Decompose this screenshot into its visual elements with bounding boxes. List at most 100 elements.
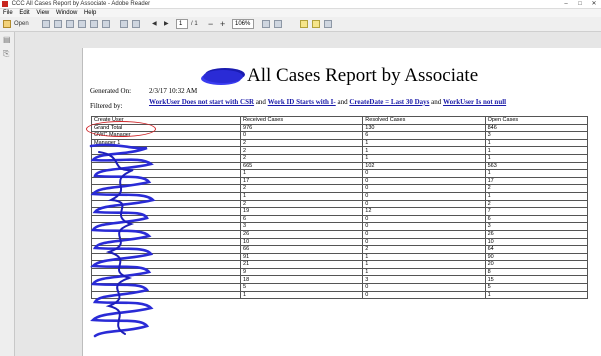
cell-received: 2 [240, 146, 364, 155]
cell-resolved: 0 [362, 169, 486, 178]
cell-open: 1 [484, 146, 589, 155]
column-header-open[interactable]: Open Cases [484, 116, 589, 125]
table-row: 66 2 64 [90, 245, 589, 254]
cell-resolved: 1 [362, 260, 486, 269]
table-row: 665 102 563 [90, 161, 589, 171]
cell-received: 0 [240, 131, 364, 140]
print-icon[interactable] [120, 20, 128, 28]
filter-link-workid[interactable]: Work ID Starts with I- [268, 98, 336, 106]
maximize-button[interactable]: □ [573, 0, 587, 8]
cell-received: 2 [240, 153, 364, 163]
cell-received: 19 [240, 207, 364, 216]
column-header-resolved[interactable]: Resolved Cases [362, 116, 486, 125]
comment-icon[interactable] [66, 20, 74, 28]
filter-link-createdate[interactable]: CreateDate = Last 30 Days [349, 98, 429, 106]
redaction-mark [203, 70, 243, 84]
cell-open: 64 [484, 245, 589, 254]
cell-open: 1 [484, 138, 589, 148]
cell-resolved: 0 [362, 176, 486, 186]
table-row: 21 1 20 [90, 260, 589, 269]
fit-page-icon[interactable] [262, 20, 270, 28]
table-row: 202 [90, 199, 589, 209]
email-icon[interactable] [132, 20, 140, 28]
report-title: All Cases Report by Associate [203, 65, 478, 87]
cell-resolved: 0 [362, 283, 486, 292]
filter-link-workuser[interactable]: WorkUser Does not start with CSR [149, 98, 254, 106]
minimize-button[interactable]: – [559, 0, 573, 8]
filter-and: and [254, 98, 268, 106]
zoom-select[interactable]: 106% [232, 19, 254, 29]
cases-report-table: Create User Received Cases Resolved Case… [90, 116, 589, 300]
cell-open: 7 [484, 207, 589, 216]
sticky-note-icon[interactable] [300, 20, 308, 28]
table-row: 26 0 26 [90, 229, 589, 239]
table-row: 211 [90, 153, 589, 163]
cell-resolved: 12 [362, 207, 486, 216]
cell-resolved: 0 [362, 237, 486, 247]
zoom-in-icon[interactable]: + [220, 20, 225, 29]
table-row: 211 [90, 146, 589, 155]
report-title-text: All Cases Report by Associate [247, 65, 479, 86]
table-row: 17 0 17 [90, 176, 589, 186]
next-page-icon[interactable]: ▶ [164, 20, 169, 28]
cell-open: 8 [484, 267, 589, 277]
previous-page-icon[interactable]: ◀ [152, 20, 157, 28]
menu-file[interactable]: File [3, 10, 13, 16]
table-row: 505 [90, 283, 589, 292]
table-row: 10 0 10 [90, 237, 589, 247]
cell-resolved: 0 [362, 222, 486, 231]
cell-received: 18 [240, 275, 364, 285]
sign-icon[interactable] [90, 20, 98, 28]
cell-resolved: 1 [362, 146, 486, 155]
folder-icon[interactable] [3, 20, 11, 28]
cell-resolved: 0 [362, 290, 486, 300]
page-number-input[interactable]: 1 [176, 19, 188, 29]
edit-icon[interactable] [54, 20, 62, 28]
adobe-reader-icon [2, 1, 8, 7]
cell-resolved: 3 [362, 275, 486, 285]
cell-resolved: 130 [362, 123, 486, 133]
menu-window[interactable]: Window [56, 10, 77, 16]
navigation-pane: ▤ ⎘ [0, 32, 15, 356]
cell-open: 3 [484, 222, 589, 231]
table-row: 91 1 90 [90, 252, 589, 262]
cell-received: 2 [240, 199, 364, 209]
export-icon[interactable] [102, 20, 110, 28]
zoom-out-icon[interactable]: − [208, 20, 213, 29]
filtered-label: Filtered by: [90, 102, 123, 110]
table-row: 18 3 15 [90, 275, 589, 285]
full-screen-icon[interactable] [274, 20, 282, 28]
cell-resolved: 0 [362, 214, 486, 224]
cell-received: 2 [240, 138, 364, 148]
cell-open: 1 [484, 290, 589, 300]
menu-help[interactable]: Help [84, 10, 96, 16]
cell-received: 10 [240, 237, 364, 247]
highlight-icon[interactable] [312, 20, 320, 28]
cell-received: 26 [240, 229, 364, 239]
filter-and: and [335, 98, 350, 106]
sign-document-icon[interactable] [324, 20, 332, 28]
table-row: Manager 1211 [90, 138, 589, 148]
column-header-received[interactable]: Received Cases [240, 116, 364, 125]
share-icon[interactable] [78, 20, 86, 28]
cell-resolved: 0 [362, 191, 486, 201]
cell-received: 2 [240, 184, 364, 193]
window-title: CCC All Cases Report by Associate - Adob… [11, 1, 151, 7]
cell-resolved: 1 [362, 138, 486, 148]
menu-edit[interactable]: Edit [19, 10, 29, 16]
open-button[interactable]: Open [14, 20, 29, 28]
close-button[interactable]: ✕ [587, 0, 601, 8]
cell-open: 90 [484, 252, 589, 262]
create-icon[interactable] [42, 20, 50, 28]
cell-resolved: 2 [362, 245, 486, 254]
menu-view[interactable]: View [36, 10, 49, 16]
cell-received: 21 [240, 260, 364, 269]
cell-open: 17 [484, 176, 589, 186]
filter-link-workuser-null[interactable]: WorkUser Is not null [443, 98, 506, 106]
cell-open: 846 [484, 123, 589, 133]
table-row: 101 [90, 290, 589, 300]
cell-resolved: 1 [362, 252, 486, 262]
cell-resolved: 6 [362, 131, 486, 140]
page-thumbnails-icon[interactable]: ▤ [3, 36, 11, 44]
attachments-icon[interactable]: ⎘ [3, 50, 11, 58]
